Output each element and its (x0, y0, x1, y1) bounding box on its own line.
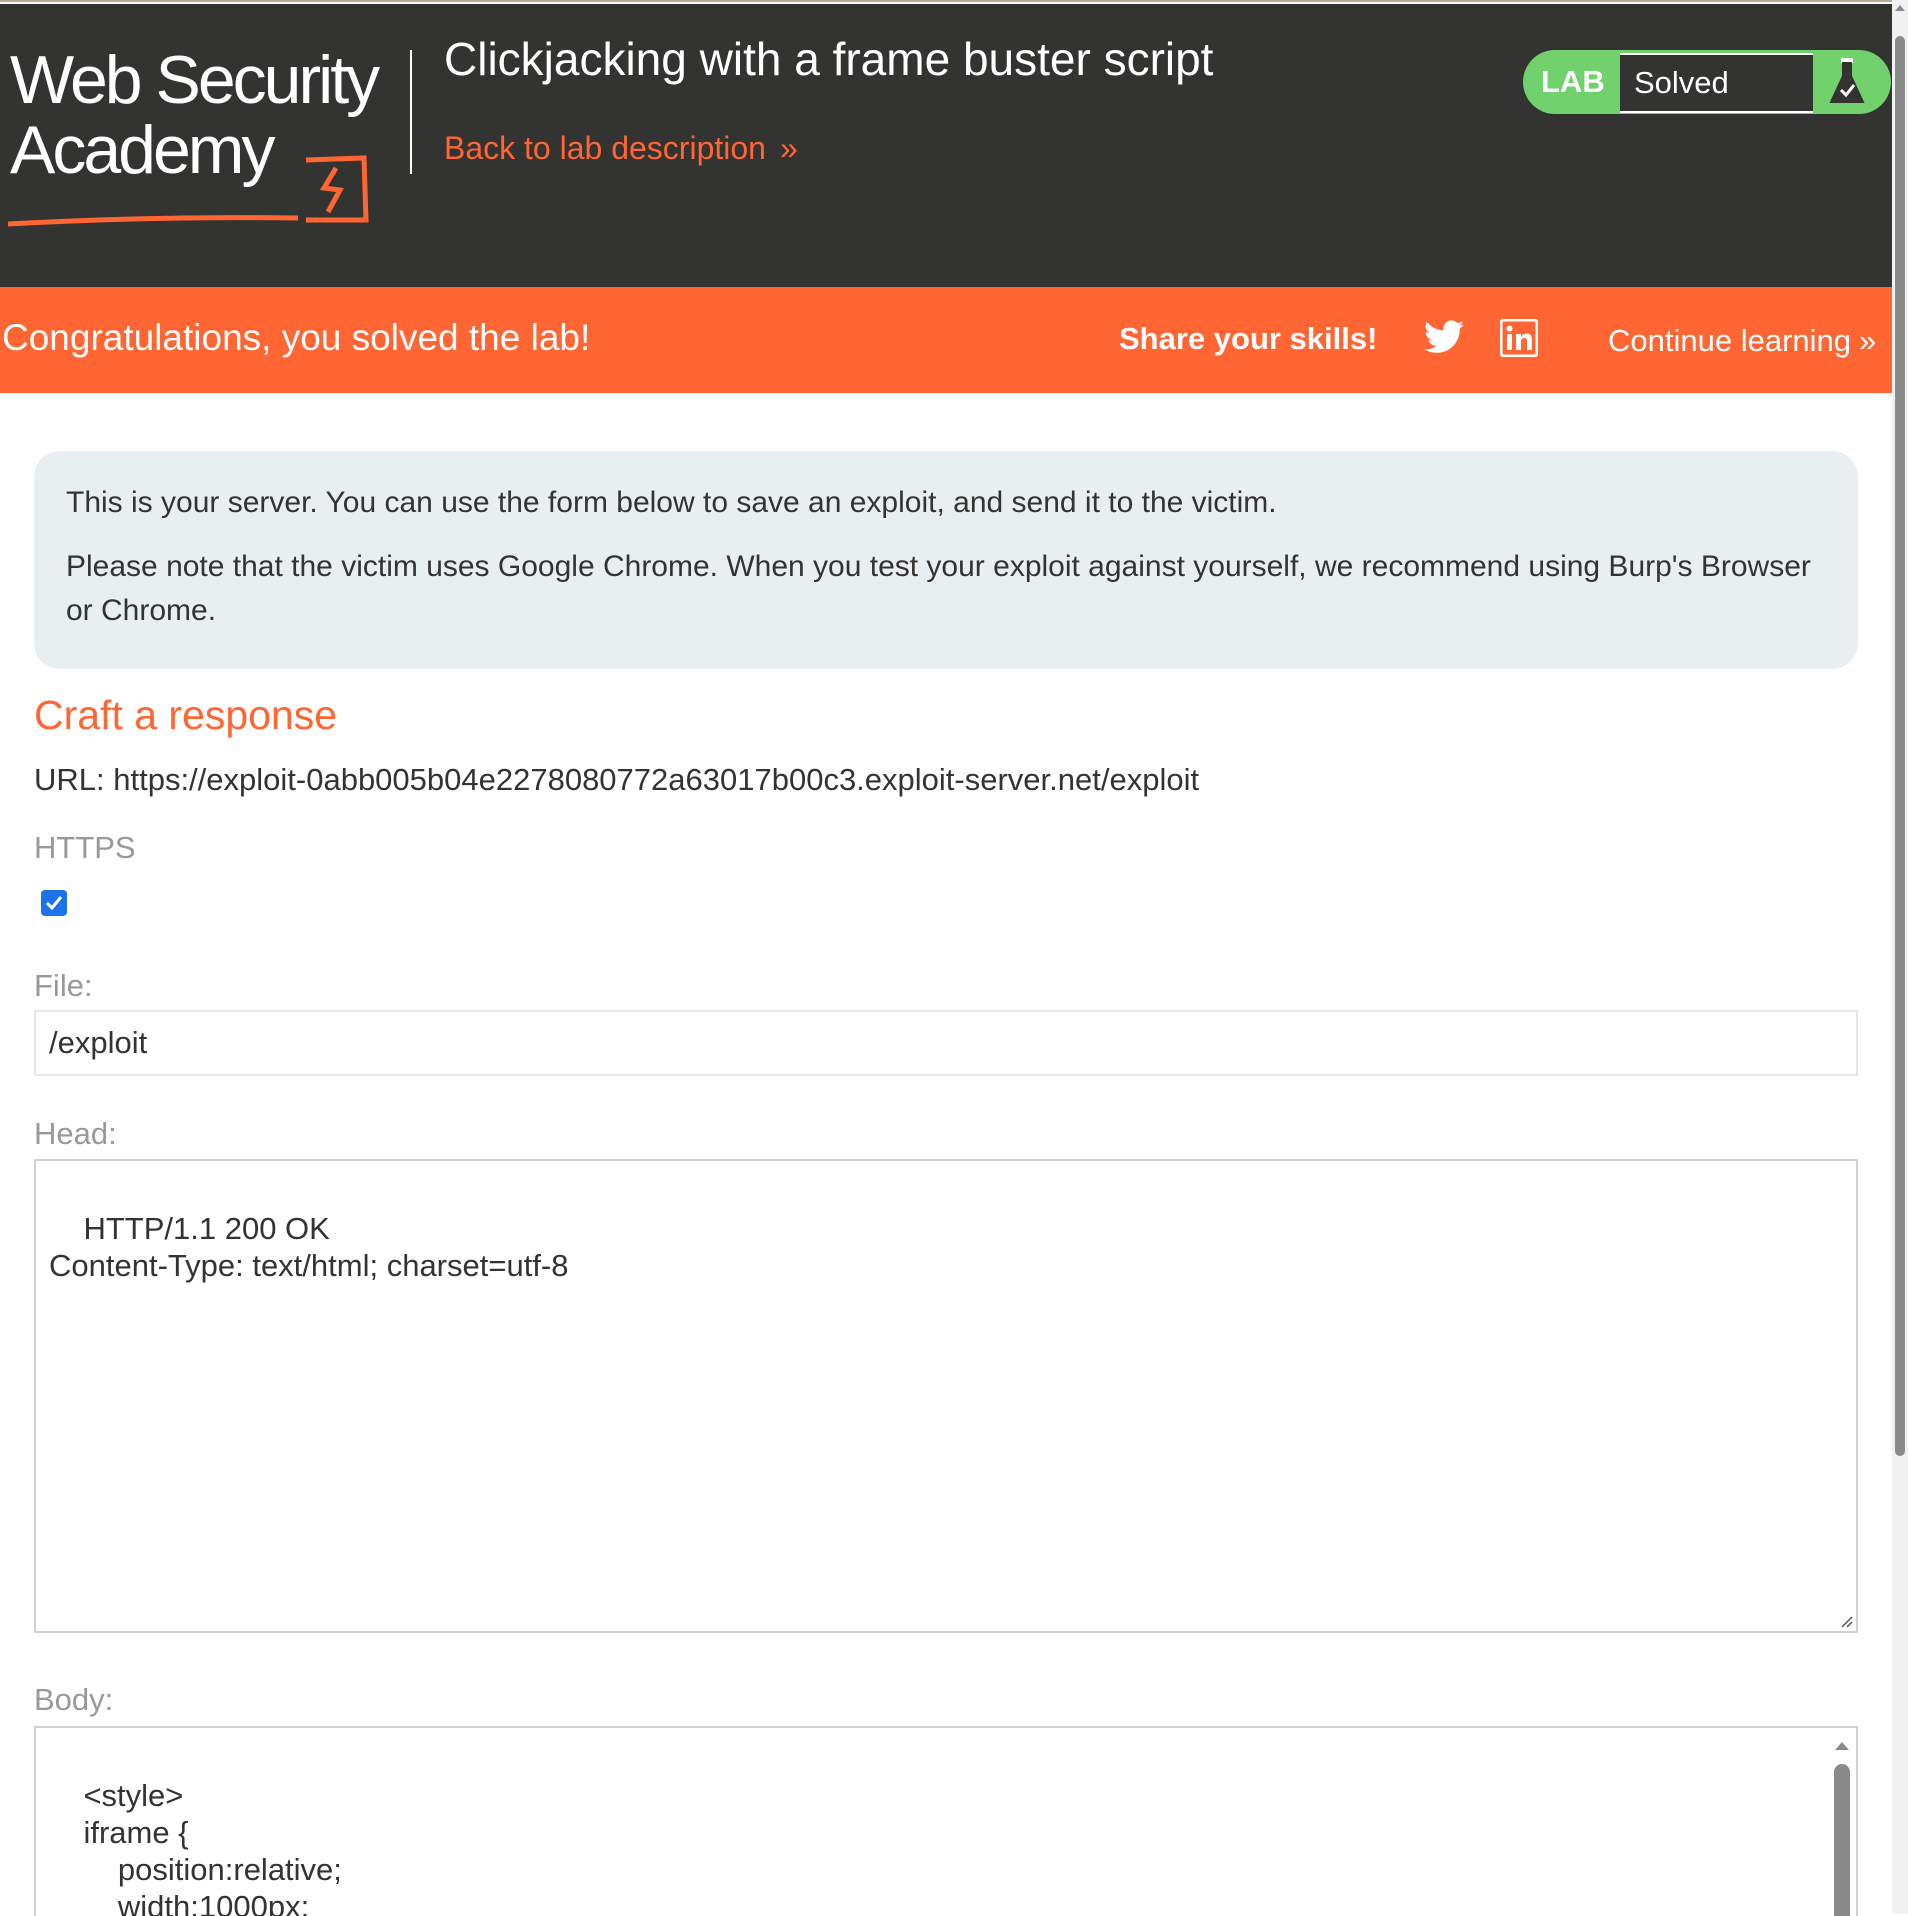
server-info-box: This is your server. You can use the for… (34, 451, 1858, 669)
continue-learning-label: Continue learning (1608, 323, 1852, 358)
lab-title: Clickjacking with a frame buster script (444, 33, 1214, 85)
lab-status-text: Solved (1634, 65, 1729, 100)
https-checkbox[interactable] (41, 890, 67, 916)
academy-header: Web Security Academy Clickjacking with a… (0, 4, 1892, 287)
textarea-scroll-up-icon[interactable] (1831, 1738, 1853, 1754)
lab-badge: LAB (1541, 64, 1605, 99)
web-security-academy-logo[interactable]: Web Security Academy (6, 42, 406, 227)
head-label: Head: (34, 1116, 117, 1151)
double-chevron-right-icon: » (1859, 323, 1877, 358)
victim-browser-note: Please note that the victim uses Google … (66, 550, 1811, 627)
share-skills-label: Share your skills! (1119, 321, 1378, 356)
exploit-url: URL: https://exploit-0abb005b04e22780807… (34, 762, 1200, 797)
body-textarea[interactable]: <style> iframe { position:relative; widt… (34, 1726, 1858, 1916)
back-to-lab-description-link[interactable]: Back to lab description » (444, 130, 798, 167)
file-input[interactable]: /exploit (34, 1010, 1858, 1076)
lab-status-widget: LAB Solved (1523, 50, 1891, 114)
head-textarea[interactable]: HTTP/1.1 200 OK Content-Type: text/html;… (34, 1159, 1858, 1633)
twitter-icon[interactable] (1424, 319, 1464, 355)
lab-status-box: Solved (1620, 53, 1813, 113)
scroll-up-icon[interactable] (1894, 2, 1906, 14)
file-label: File: (34, 968, 93, 1003)
back-link-label: Back to lab description (444, 130, 766, 166)
linkedin-icon[interactable] (1500, 319, 1538, 357)
double-chevron-right-icon: » (779, 130, 798, 166)
logo-line-1: Web Security (10, 42, 380, 118)
logo-underline-icon (7, 155, 369, 227)
craft-response-heading: Craft a response (34, 692, 338, 738)
header-divider (410, 50, 412, 174)
continue-learning-link[interactable]: Continue learning» (1608, 323, 1876, 359)
checkmark-icon (45, 896, 63, 911)
congratulations-message: Congratulations, you solved the lab! (2, 317, 591, 358)
body-textarea-content: <style> iframe { position:relative; widt… (83, 1778, 342, 1916)
head-textarea-content: HTTP/1.1 200 OK Content-Type: text/html;… (49, 1211, 569, 1283)
resize-grip-icon[interactable] (1838, 1613, 1854, 1629)
body-label: Body: (34, 1682, 114, 1717)
solved-banner: Congratulations, you solved the lab! Sha… (0, 287, 1892, 393)
server-info-text: This is your server. You can use the for… (66, 486, 1277, 519)
https-label: HTTPS (34, 830, 136, 865)
page-scrollbar[interactable] (1892, 0, 1908, 1914)
flask-check-icon (1829, 58, 1865, 103)
page-scrollbar-thumb[interactable] (1895, 36, 1905, 1456)
page: Web Security Academy Clickjacking with a… (0, 0, 1892, 1916)
textarea-scrollbar-thumb[interactable] (1834, 1764, 1850, 1916)
